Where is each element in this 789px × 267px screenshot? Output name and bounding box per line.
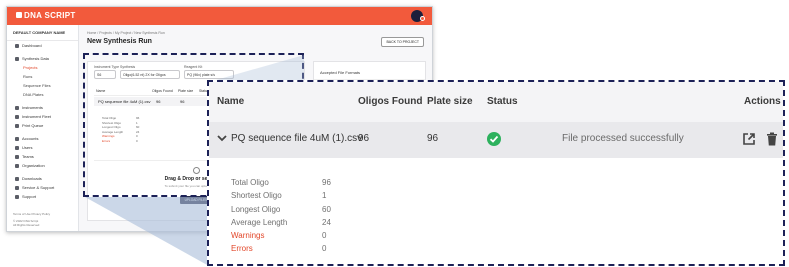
- sidebar-item-label: Instruments: [22, 105, 43, 110]
- org-icon: [15, 163, 19, 168]
- logo[interactable]: DNA SCRIPT: [16, 11, 76, 20]
- sidebar: DEFAULT COMPANY NAME Dashboard Synthesis …: [7, 25, 79, 231]
- sidebar-item-label: Organization: [22, 163, 45, 168]
- stat-value: 0: [322, 231, 327, 241]
- instrument-icon: [15, 105, 19, 110]
- sidebar-item-8[interactable]: Print Queue: [7, 121, 78, 130]
- sidebar-item-label: Runs: [23, 74, 33, 79]
- sidebar-item-5[interactable]: DNA Plates: [7, 90, 78, 99]
- sidebar-item-10[interactable]: Users: [7, 143, 78, 152]
- plate-size-value: 96: [427, 133, 439, 144]
- sidebar-item-0[interactable]: Dashboard: [7, 41, 78, 50]
- sidebar-item-11[interactable]: Teams: [7, 152, 78, 161]
- stat-label: Total Oligo: [231, 178, 269, 187]
- sidebar-item-7[interactable]: Instrument Fleet: [7, 112, 78, 121]
- stat-value: 96: [322, 178, 331, 187]
- footer-links[interactable]: Terms of Use Privacy Policy: [13, 212, 50, 216]
- sidebar-item-label: Synthesis Data: [22, 56, 49, 61]
- zoomed-file-table: Name Oligos Found Plate size Status Acti…: [207, 80, 785, 266]
- sidebar-item-15[interactable]: Support: [7, 192, 78, 201]
- sidebar-item-label: Accounts: [22, 136, 39, 141]
- sidebar-item-label: Instrument Fleet: [22, 114, 51, 119]
- sidebar-item-label: Support: [22, 194, 37, 199]
- stat-value: 24: [322, 217, 331, 227]
- stat-label: Longest Oligo: [231, 204, 281, 214]
- dna-logo-icon: [16, 12, 22, 18]
- users-icon: [15, 145, 19, 150]
- fleet-icon: [15, 114, 19, 119]
- top-bar: DNA SCRIPT: [7, 7, 432, 25]
- stat-value: 60: [322, 204, 331, 214]
- help-icon: [15, 194, 19, 199]
- footer-copyright: © 2022 DNA Script All Rights Reserved: [13, 219, 40, 227]
- success-check-icon: [487, 132, 501, 146]
- accounts-icon: [15, 136, 19, 141]
- dashboard-icon: [15, 43, 19, 48]
- sidebar-item-label: Sequence Files: [23, 83, 51, 88]
- open-external-icon[interactable]: [742, 132, 756, 146]
- accepted-formats-title: Accepted File Formats: [320, 70, 361, 75]
- column-actions: Actions: [744, 96, 781, 107]
- sidebar-footer: Terms of Use Privacy Policy © 2022 DNA S…: [13, 212, 50, 227]
- company-name: DEFAULT COMPANY NAME: [7, 25, 78, 41]
- column-name: Name: [217, 96, 245, 107]
- chevron-down-icon[interactable]: [216, 132, 228, 144]
- breadcrumb[interactable]: Home / Projects / My Project / New Synth…: [87, 31, 424, 35]
- sidebar-item-6[interactable]: Instruments: [7, 103, 78, 112]
- sidebar-item-label: Downloads: [22, 176, 42, 181]
- sidebar-item-14[interactable]: Service & Support: [7, 183, 78, 192]
- logo-text: DNA SCRIPT: [24, 11, 76, 20]
- file-stats-labels: Total Oligo Shortest Oligo Longest Oligo Av…: [231, 176, 287, 256]
- sidebar-item-label: Users: [22, 145, 33, 150]
- stat-label: Average Length: [231, 217, 288, 227]
- print-icon: [15, 123, 19, 128]
- support-icon: [15, 185, 19, 190]
- sidebar-item-4[interactable]: Sequence Files: [7, 81, 78, 90]
- sidebar-item-label: Print Queue: [22, 123, 44, 128]
- column-status: Status: [487, 96, 518, 107]
- stat-label: Shortest Oligo: [231, 191, 282, 201]
- sidebar-item-13[interactable]: Downloads: [7, 174, 78, 183]
- sidebar-item-1[interactable]: Synthesis Data: [7, 54, 78, 63]
- notification-dot: [420, 16, 425, 21]
- oligos-found-value: 96: [358, 133, 370, 144]
- sidebar-item-label: DNA Plates: [23, 92, 44, 97]
- file-stats-values: 96 1 60 24 0 0: [322, 176, 331, 256]
- sidebar-item-3[interactable]: Runs: [7, 72, 78, 81]
- column-oligos-found: Oligos Found: [358, 96, 423, 107]
- stat-label: Errors: [231, 244, 253, 254]
- synthesis-icon: [15, 56, 19, 61]
- trash-icon[interactable]: [766, 132, 778, 146]
- sidebar-item-12[interactable]: Organization: [7, 161, 78, 170]
- table-row[interactable]: PQ sequence file 4uM (1).csv 96 96 File …: [209, 122, 783, 158]
- teams-icon: [15, 154, 19, 159]
- page-title: New Synthesis Run: [87, 38, 152, 45]
- stat-value: 1: [322, 191, 327, 201]
- sidebar-item-label: Teams: [22, 154, 34, 159]
- sidebar-item-label: Service & Support: [22, 185, 55, 190]
- back-to-project-button[interactable]: BACK TO PROJECT: [381, 37, 424, 47]
- file-name: PQ sequence file 4uM (1).csv: [231, 133, 363, 144]
- stat-value: 0: [322, 244, 327, 254]
- table-header: Name Oligos Found Plate size Status Acti…: [209, 82, 783, 122]
- stat-label: Warnings: [231, 231, 265, 241]
- sidebar-nav: Dashboard Synthesis Data Projects Runs Seque…: [7, 41, 78, 201]
- sidebar-item-label: Projects: [23, 65, 38, 70]
- column-plate-size: Plate size: [427, 96, 473, 107]
- download-icon: [15, 176, 19, 181]
- sidebar-item-label: Dashboard: [22, 43, 42, 48]
- status-message: File processed successfully: [562, 133, 684, 144]
- sidebar-item-2[interactable]: Projects: [7, 63, 78, 72]
- sidebar-item-9[interactable]: Accounts: [7, 134, 78, 143]
